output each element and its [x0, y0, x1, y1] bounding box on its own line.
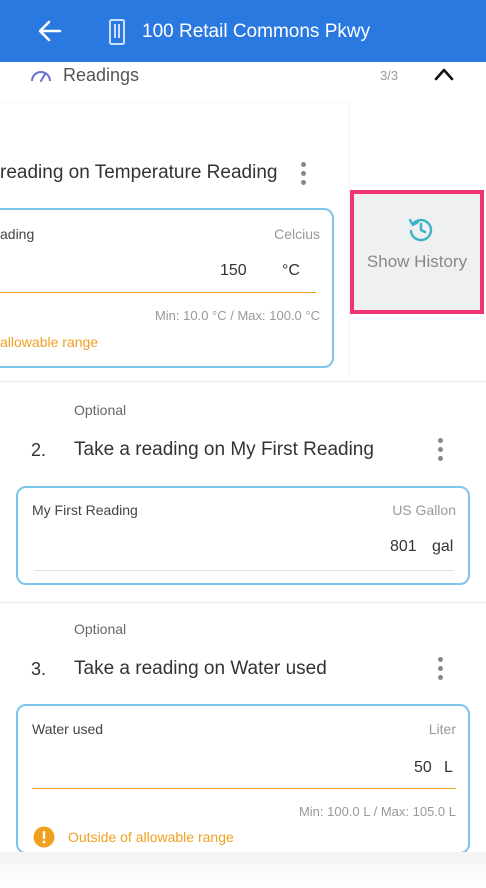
- input-underline: [32, 788, 456, 789]
- field-name: My First Reading: [32, 502, 138, 518]
- field-unit: Celcius: [274, 226, 320, 242]
- field-name: ading: [0, 226, 35, 242]
- section-count: 3/3: [380, 68, 399, 83]
- optional-label: Optional: [74, 621, 127, 637]
- warning-text: Outside of allowable range: [68, 829, 234, 845]
- warning-icon: [33, 826, 55, 848]
- unit-abbr: L: [444, 759, 453, 776]
- readings-section-header[interactable]: Readings 3/3: [0, 62, 486, 92]
- arrow-left-icon[interactable]: [36, 18, 64, 44]
- field-unit: US Gallon: [392, 502, 456, 518]
- reading-item-1[interactable]: reading on Temperature Reading ading Cel…: [0, 104, 348, 380]
- field-unit: Liter: [428, 721, 456, 737]
- building-icon: [109, 19, 125, 45]
- unit-abbr: gal: [432, 538, 454, 555]
- reading-card[interactable]: My First Reading US Gallon 801 gal: [16, 486, 470, 585]
- reading-title: Take a reading on My First Reading: [74, 439, 374, 460]
- input-underline: [34, 570, 454, 571]
- item-number: 2.: [31, 440, 47, 460]
- min-max-text: Min: 100.0 L / Max: 105.0 L: [298, 804, 456, 819]
- gauge-icon: [31, 71, 51, 82]
- more-vert-icon[interactable]: [437, 657, 443, 683]
- warning-text: allowable range: [0, 334, 99, 350]
- reading-value[interactable]: 801: [390, 538, 417, 556]
- bottom-shadow: [0, 852, 486, 888]
- divider: [0, 381, 486, 382]
- more-vert-icon[interactable]: [300, 162, 306, 188]
- min-max-text: Min: 10.0 °C / Max: 100.0 °C: [154, 308, 320, 323]
- section-label: Readings: [63, 65, 140, 85]
- input-underline: [0, 292, 316, 293]
- chevron-up-icon[interactable]: [434, 67, 454, 81]
- reading-card[interactable]: Water used Liter 50 L Min: 100.0 L / Max…: [16, 704, 470, 854]
- show-history-label: Show History: [366, 252, 468, 271]
- item-number: 3.: [31, 659, 47, 679]
- reading-card[interactable]: ading Celcius 150 °C Min: 10.0 °C / Max:…: [0, 208, 334, 368]
- app-bar: 100 Retail Commons Pkwy: [0, 0, 486, 62]
- field-name: Water used: [32, 721, 104, 737]
- reading-title: reading on Temperature Reading: [0, 162, 278, 183]
- unit-abbr: °C: [282, 262, 300, 279]
- more-vert-icon[interactable]: [437, 438, 443, 464]
- show-history-button[interactable]: Show History: [350, 190, 484, 314]
- history-icon: [408, 218, 433, 242]
- divider: [0, 602, 486, 603]
- page-title: 100 Retail Commons Pkwy: [142, 21, 371, 42]
- reading-value[interactable]: 150: [220, 262, 247, 280]
- optional-label: Optional: [74, 402, 127, 418]
- reading-value[interactable]: 50: [414, 759, 432, 777]
- reading-title: Take a reading on Water used: [74, 658, 327, 679]
